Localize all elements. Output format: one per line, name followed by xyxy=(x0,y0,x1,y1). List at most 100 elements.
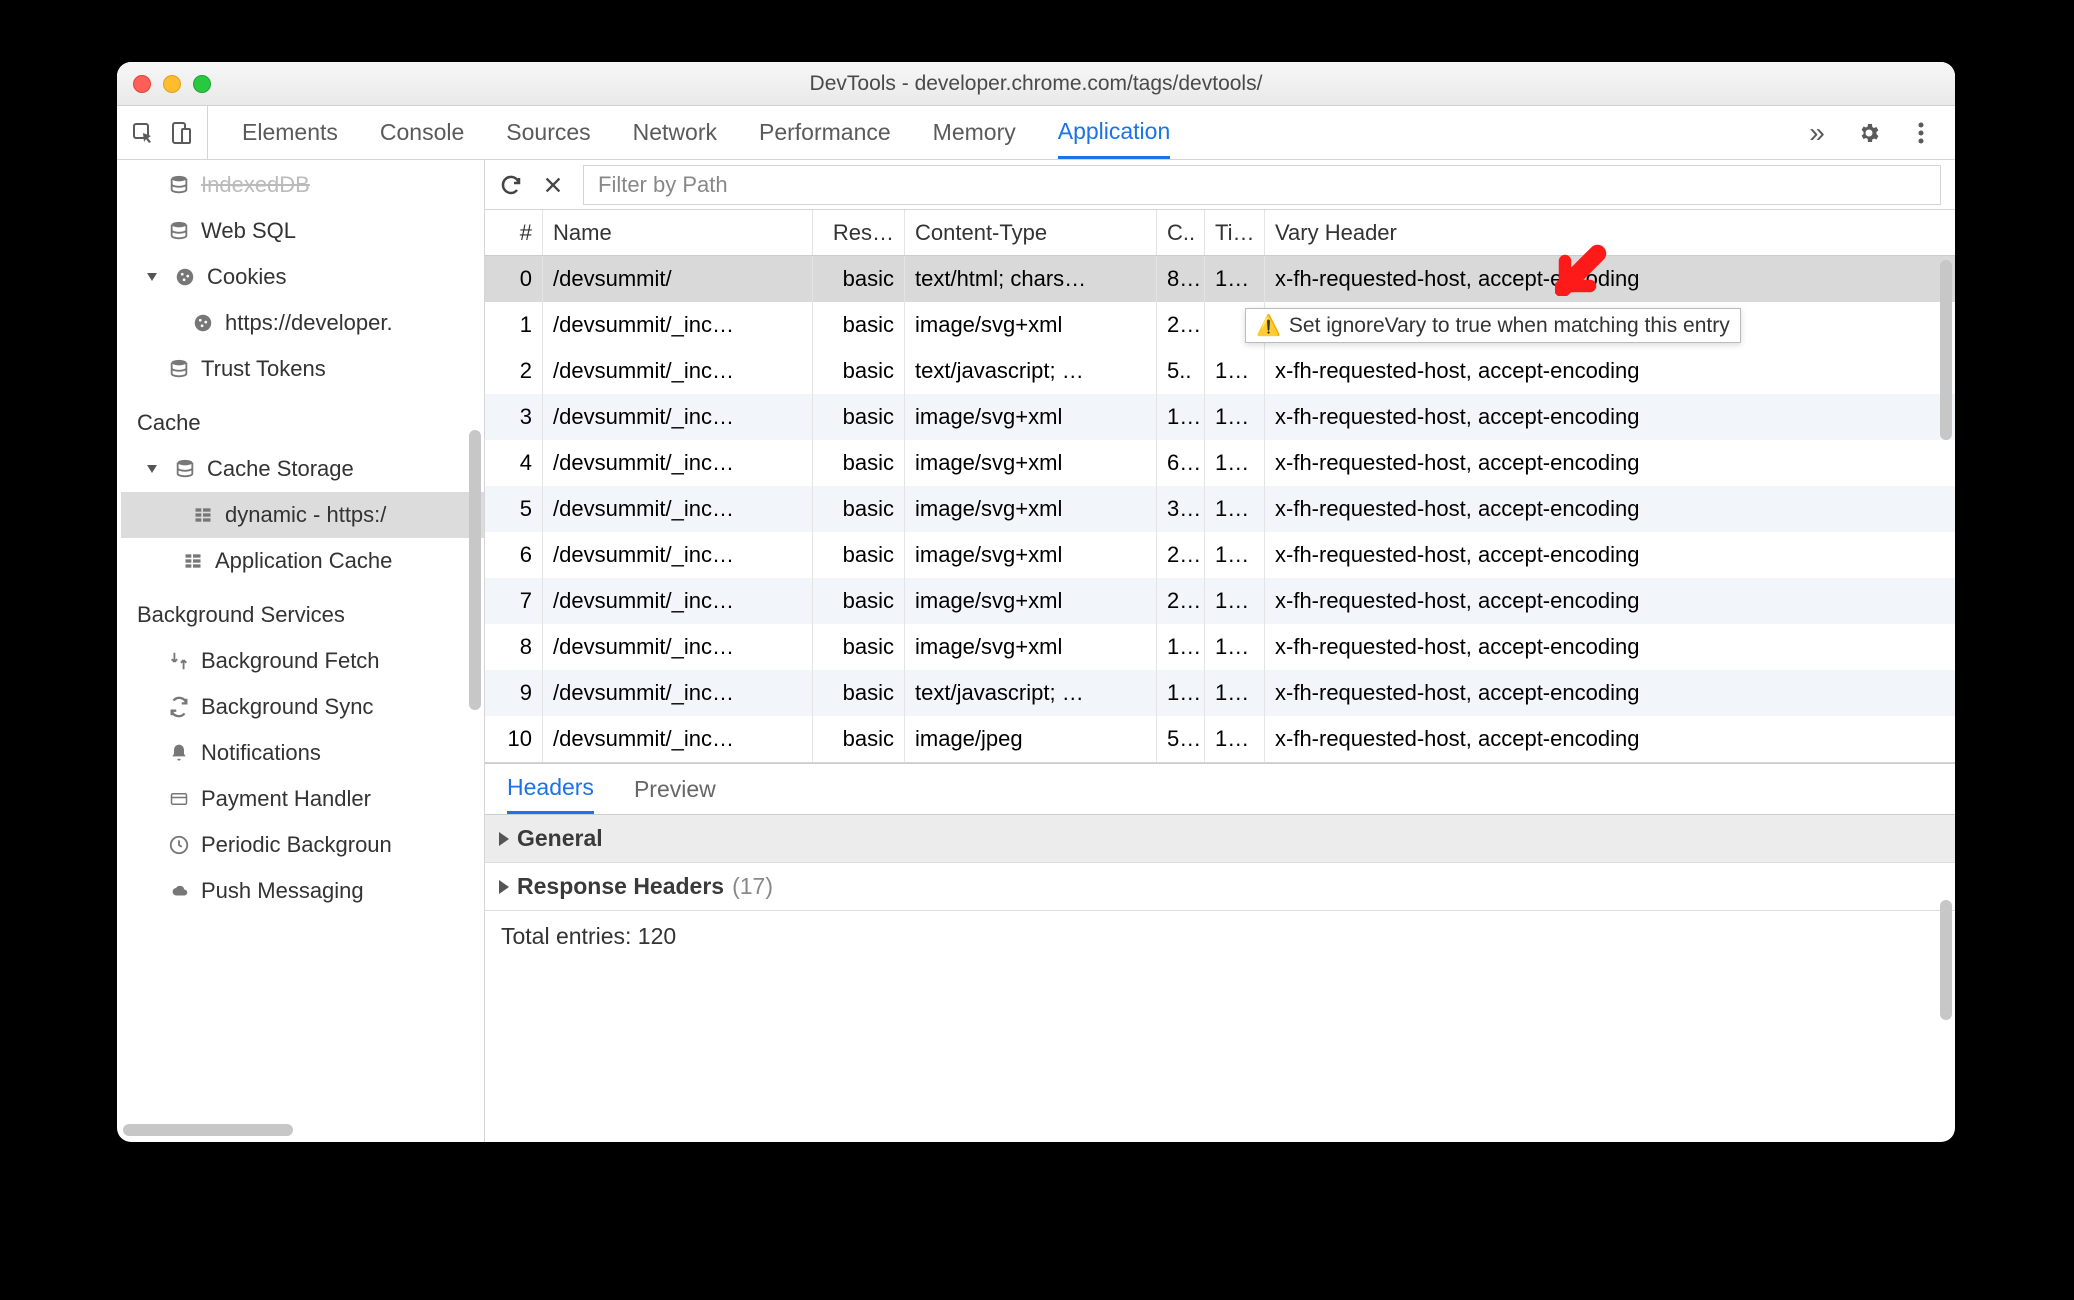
table-row[interactable]: 7 /devsummit/_inc… basic image/svg+xml 2… xyxy=(485,578,1955,624)
fetch-icon xyxy=(167,649,191,673)
clear-icon[interactable] xyxy=(541,173,565,197)
kebab-menu-icon[interactable] xyxy=(1909,121,1933,145)
tab-performance[interactable]: Performance xyxy=(759,106,891,159)
table-v-scrollbar[interactable] xyxy=(1940,260,1952,440)
cell-ct: image/svg+xml xyxy=(905,440,1157,486)
cell-ct: image/svg+xml xyxy=(905,302,1157,348)
table-row[interactable]: 6 /devsummit/_inc… basic image/svg+xml 2… xyxy=(485,532,1955,578)
section-general[interactable]: General xyxy=(485,815,1955,863)
database-icon xyxy=(167,219,191,243)
sidebar-item-cookie-origin[interactable]: https://developer. xyxy=(121,300,484,346)
sidebar-item-label: Background Fetch xyxy=(201,648,380,674)
cell-vary: x-fh-requested-host, accept-encoding xyxy=(1265,578,1955,624)
detail-v-scrollbar[interactable] xyxy=(1940,900,1952,1020)
cell-cl: 8… xyxy=(1157,256,1205,302)
sidebar-item-periodic-bg[interactable]: Periodic Backgroun xyxy=(121,822,484,868)
sidebar-item-bg-fetch[interactable]: Background Fetch xyxy=(121,638,484,684)
sidebar-item-websql[interactable]: Web SQL xyxy=(121,208,484,254)
filter-input[interactable]: Filter by Path xyxy=(583,165,1941,205)
filter-placeholder: Filter by Path xyxy=(598,172,728,198)
cell-resp: basic xyxy=(813,716,905,762)
sidebar-item-push-messaging[interactable]: Push Messaging xyxy=(121,868,484,914)
sidebar-item-notifications[interactable]: Notifications xyxy=(121,730,484,776)
cell-cl: 2… xyxy=(1157,302,1205,348)
tooltip-text: Set ignoreVary to true when matching thi… xyxy=(1289,314,1730,338)
cell-idx: 3 xyxy=(485,394,543,440)
more-tabs-icon[interactable]: » xyxy=(1805,121,1829,145)
sidebar-item-bg-sync[interactable]: Background Sync xyxy=(121,684,484,730)
cell-name: /devsummit/_inc… xyxy=(543,486,813,532)
sidebar-section-cache: Cache xyxy=(121,392,484,446)
tab-memory[interactable]: Memory xyxy=(933,106,1016,159)
total-entries: Total entries: 120 xyxy=(485,911,1955,962)
cell-name: /devsummit/_inc… xyxy=(543,624,813,670)
refresh-icon[interactable] xyxy=(499,173,523,197)
col-name[interactable]: Name xyxy=(543,210,813,255)
section-label: Response Headers xyxy=(517,873,724,900)
cell-cl: 1… xyxy=(1157,670,1205,716)
table-row[interactable]: 10 /devsummit/_inc… basic image/jpeg 5… … xyxy=(485,716,1955,762)
sidebar-item-indexeddb[interactable]: IndexedDB xyxy=(121,162,484,208)
cell-cl: 5.. xyxy=(1157,348,1205,394)
cell-idx: 9 xyxy=(485,670,543,716)
cell-resp: basic xyxy=(813,394,905,440)
inspect-element-icon[interactable] xyxy=(131,121,155,145)
cell-ct: image/svg+xml xyxy=(905,394,1157,440)
section-response-headers[interactable]: Response Headers (17) xyxy=(485,863,1955,911)
sidebar-v-scrollbar[interactable] xyxy=(469,430,481,710)
table-row[interactable]: 8 /devsummit/_inc… basic image/svg+xml 1… xyxy=(485,624,1955,670)
detail-tab-preview[interactable]: Preview xyxy=(634,764,716,814)
cell-name: /devsummit/_inc… xyxy=(543,394,813,440)
sidebar-item-label: Payment Handler xyxy=(201,786,371,812)
sidebar-h-scrollbar[interactable] xyxy=(123,1124,293,1136)
tab-application[interactable]: Application xyxy=(1058,106,1171,159)
cloud-icon xyxy=(167,879,191,903)
cell-idx: 1 xyxy=(485,302,543,348)
cell-ct: text/javascript; … xyxy=(905,670,1157,716)
sidebar-item-cache-storage[interactable]: Cache Storage xyxy=(121,446,484,492)
cell-cl: 6… xyxy=(1157,440,1205,486)
col-time-cached[interactable]: Ti… xyxy=(1205,210,1265,255)
cell-idx: 7 xyxy=(485,578,543,624)
cell-idx: 4 xyxy=(485,440,543,486)
cell-name: /devsummit/_inc… xyxy=(543,440,813,486)
table-row[interactable]: 5 /devsummit/_inc… basic image/svg+xml 3… xyxy=(485,486,1955,532)
cell-cl: 1… xyxy=(1157,624,1205,670)
table-row[interactable]: 3 /devsummit/_inc… basic image/svg+xml 1… xyxy=(485,394,1955,440)
cell-ct: text/javascript; … xyxy=(905,348,1157,394)
disclosure-triangle-icon xyxy=(499,880,509,894)
table-row[interactable]: 2 /devsummit/_inc… basic text/javascript… xyxy=(485,348,1955,394)
panel-tabs: Elements Console Sources Network Perform… xyxy=(216,106,1797,159)
sidebar-item-payment-handler[interactable]: Payment Handler xyxy=(121,776,484,822)
cell-tc: 1… xyxy=(1205,348,1265,394)
sidebar-item-cookies[interactable]: Cookies xyxy=(121,254,484,300)
settings-gear-icon[interactable] xyxy=(1857,121,1881,145)
sidebar-item-application-cache[interactable]: Application Cache xyxy=(121,538,484,584)
table-row[interactable]: 4 /devsummit/_inc… basic image/svg+xml 6… xyxy=(485,440,1955,486)
window-titlebar: DevTools - developer.chrome.com/tags/dev… xyxy=(117,62,1955,106)
sidebar-item-label: Application Cache xyxy=(215,548,392,574)
col-content-type[interactable]: Content-Type xyxy=(905,210,1157,255)
cell-tc: 1… xyxy=(1205,394,1265,440)
sidebar-item-label: Background Sync xyxy=(201,694,373,720)
device-toggle-icon[interactable] xyxy=(169,121,193,145)
cache-toolbar: Filter by Path xyxy=(485,160,1955,210)
cell-tc: 1… xyxy=(1205,716,1265,762)
col-response[interactable]: Res… xyxy=(813,210,905,255)
cell-name: /devsummit/_inc… xyxy=(543,348,813,394)
grid-icon xyxy=(191,503,215,527)
tab-network[interactable]: Network xyxy=(633,106,717,159)
tab-elements[interactable]: Elements xyxy=(242,106,338,159)
table-row[interactable]: 0 /devsummit/ basic text/html; chars… 8…… xyxy=(485,256,1955,302)
cell-vary: x-fh-requested-host, accept-encoding xyxy=(1265,394,1955,440)
table-row[interactable]: 9 /devsummit/_inc… basic text/javascript… xyxy=(485,670,1955,716)
tab-sources[interactable]: Sources xyxy=(506,106,590,159)
cache-entries-table: # Name Res… Content-Type C.. Ti… Vary He… xyxy=(485,210,1955,763)
col-content-length[interactable]: C.. xyxy=(1157,210,1205,255)
sidebar-item-label: dynamic - https:/ xyxy=(225,502,386,528)
col-index[interactable]: # xyxy=(485,210,543,255)
sidebar-item-cache-dynamic[interactable]: dynamic - https:/ xyxy=(121,492,484,538)
sidebar-item-trust-tokens[interactable]: Trust Tokens xyxy=(121,346,484,392)
detail-tab-headers[interactable]: Headers xyxy=(507,764,594,814)
tab-console[interactable]: Console xyxy=(380,106,464,159)
